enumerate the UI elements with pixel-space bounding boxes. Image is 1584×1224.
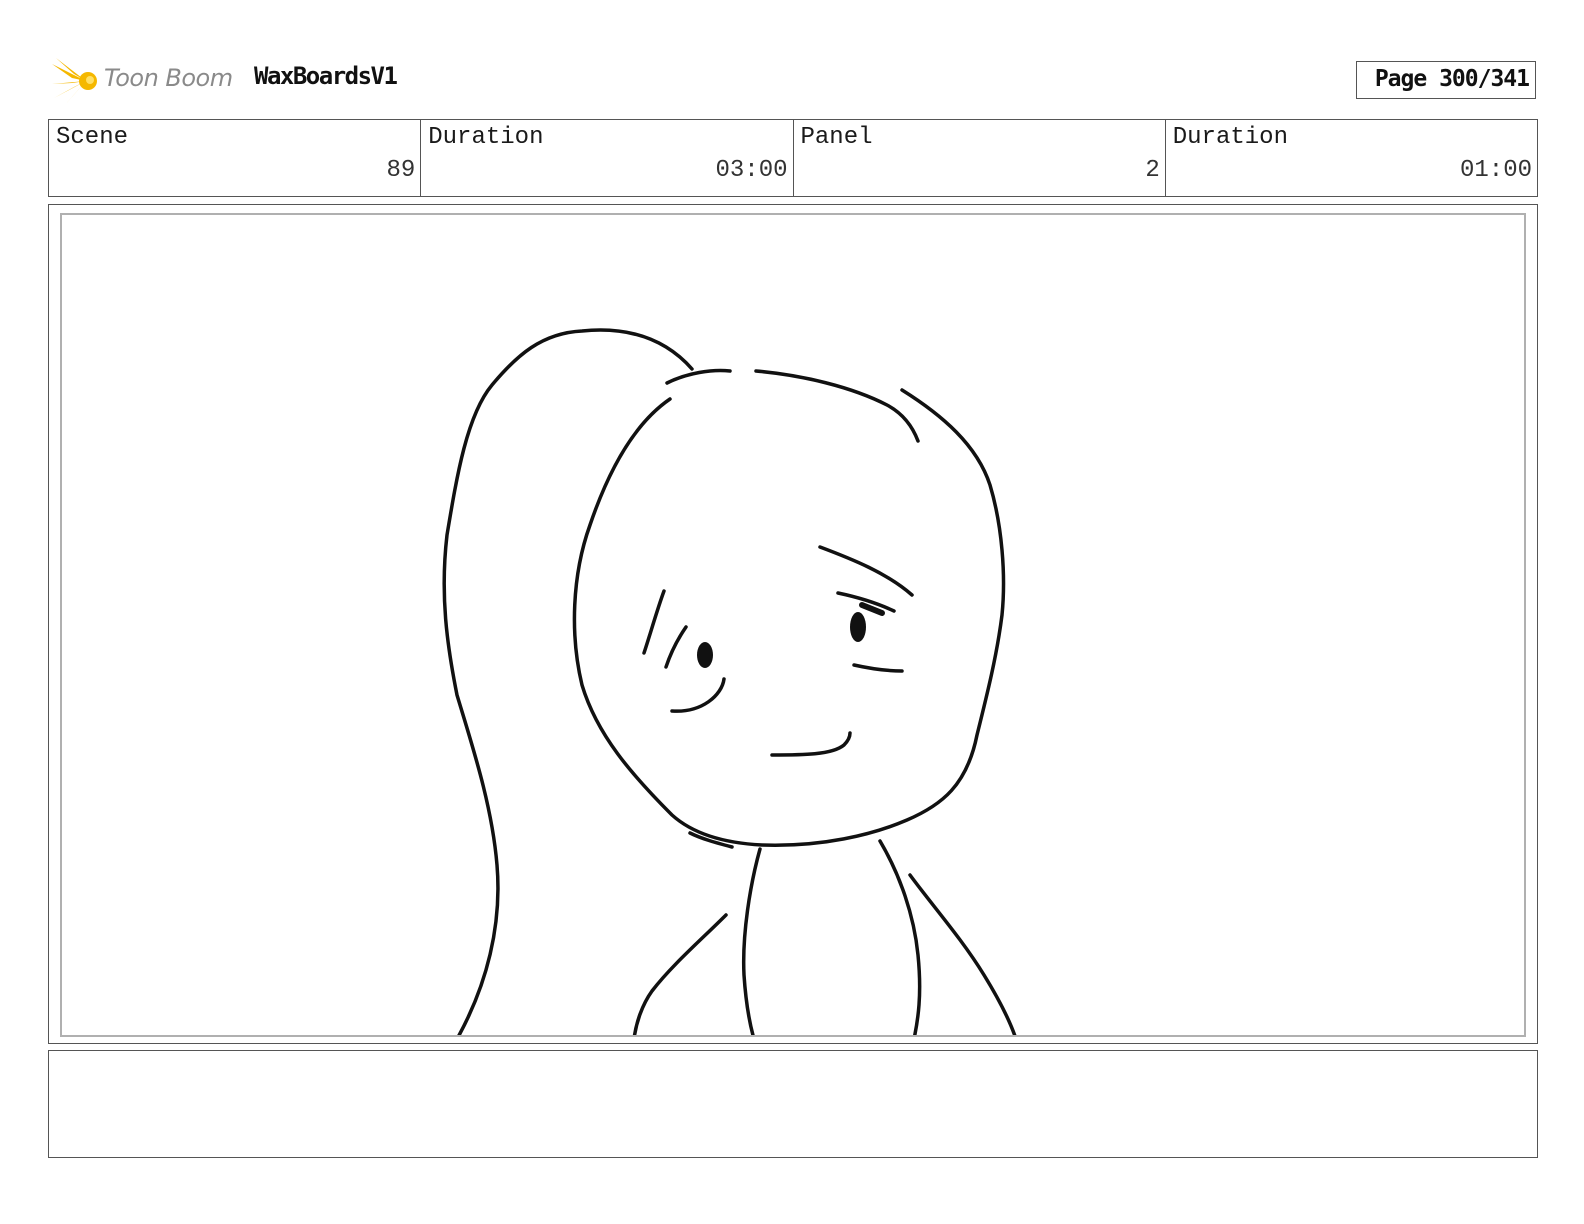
character-sketch (442, 328, 1017, 1035)
cheek-left (670, 677, 726, 713)
neck-right (878, 839, 922, 1035)
page-label: Page 300/341 (1374, 66, 1530, 92)
toon-boom-logo: Toon Boom (52, 56, 242, 106)
eyebrow-right (818, 545, 914, 597)
scene-duration-label: Duration (428, 124, 544, 151)
panel-label: Panel (800, 124, 873, 151)
panel-duration-label: Duration (1172, 124, 1288, 151)
eyebrow-left-2 (664, 625, 688, 669)
hair-strand-1 (665, 368, 732, 385)
under-eye-right (852, 663, 904, 673)
panel-notes-box (48, 1050, 1538, 1158)
scene-cell: Scene 89 (49, 120, 422, 196)
scene-label: Scene (56, 124, 129, 151)
starburst-icon (52, 58, 97, 106)
hair-outline (442, 328, 694, 1035)
shoulder-left (632, 913, 728, 1035)
panel-value: 2 (1145, 157, 1160, 184)
hair-strand-2 (754, 369, 920, 443)
neck-left (741, 847, 762, 1035)
head-outline (572, 388, 1006, 847)
scene-duration-cell: Duration 03:00 (421, 120, 794, 196)
scene-duration-value: 03:00 (715, 157, 788, 184)
shoulder-right (908, 873, 1017, 1035)
eyebrow-left-1 (642, 589, 666, 655)
panel-duration-value: 01:00 (1459, 157, 1532, 184)
eye-left (697, 642, 713, 668)
scene-info-table: Scene 89 Duration 03:00 Panel 2 Duration… (48, 119, 1538, 197)
panel-duration-cell: Duration 01:00 (1166, 120, 1537, 196)
panel-image-area (60, 213, 1526, 1037)
logo-text: Toon Boom (104, 64, 233, 92)
page-indicator: Page 300/341 (1356, 61, 1536, 99)
eye-right (850, 612, 866, 642)
mouth (770, 731, 852, 757)
panel-cell: Panel 2 (794, 120, 1166, 196)
scene-value: 89 (386, 157, 416, 184)
project-title: WaxBoardsV1 (254, 62, 398, 90)
storyboard-panel (48, 204, 1538, 1044)
